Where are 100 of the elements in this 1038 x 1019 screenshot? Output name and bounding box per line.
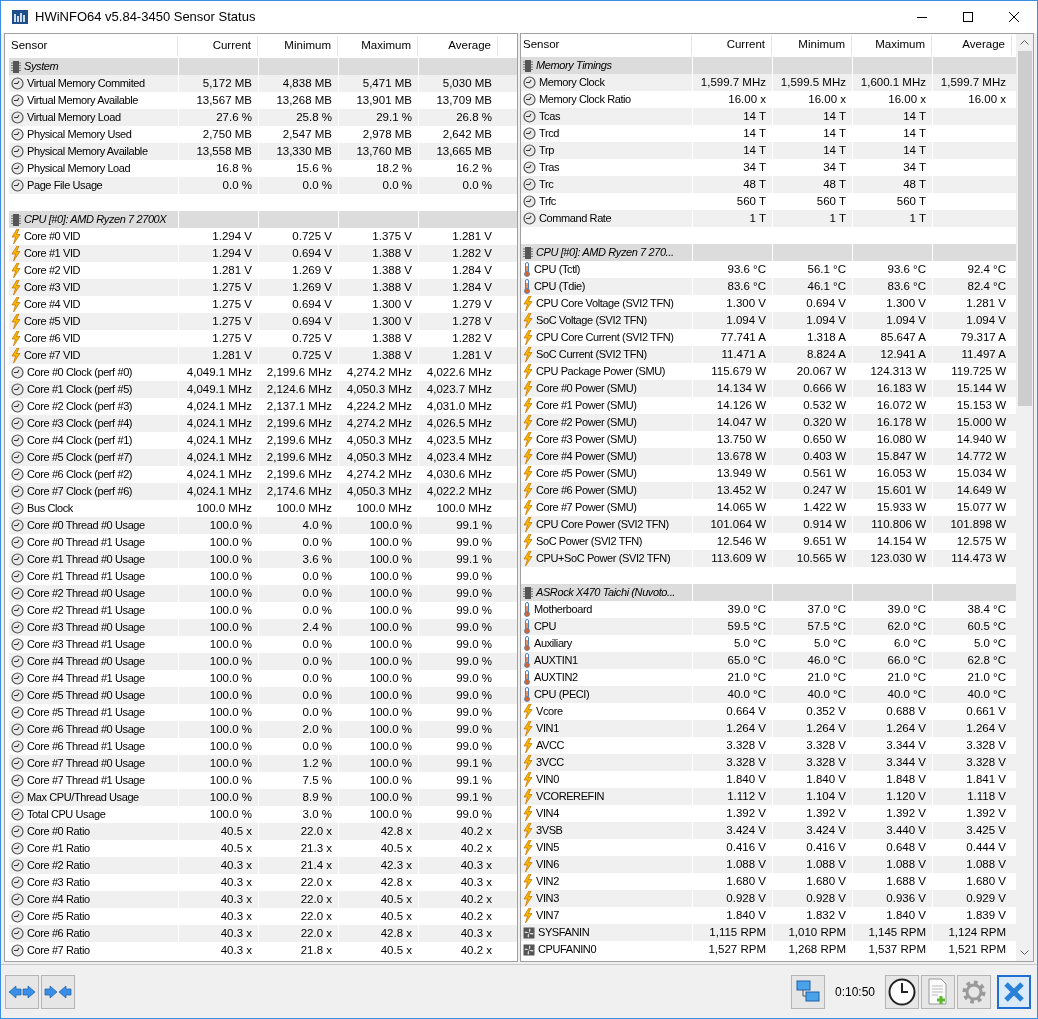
group-row[interactable]: ASRock X470 Taichi (Nuvoto... bbox=[521, 584, 1016, 601]
table-cell-text: 100.0 % bbox=[209, 705, 252, 720]
table-row[interactable]: Core #5 VID 1.275 V 0.694 V 1.300 V 1.278 V bbox=[9, 313, 517, 330]
table-row[interactable]: Core #2 Ratio 40.3 x 21.4 x 42.3 x 40.3 x bbox=[9, 857, 517, 874]
table-row[interactable]: Tcas 14 T 14 T 14 T bbox=[521, 108, 1016, 125]
table-row[interactable]: Core #2 Thread #0 Usage 100.0 % 0.0 % 100.0 % 99.0 % bbox=[9, 585, 517, 602]
table-row[interactable]: Core #6 Power (SMU) 13.452 W 0.247 W 15.601 W 14.649 W bbox=[521, 482, 1016, 499]
group-row[interactable]: CPU [#0]: AMD Ryzen 7 270... bbox=[521, 244, 1016, 261]
table-row[interactable]: Page File Usage 0.0 % 0.0 % 0.0 % 0.0 % bbox=[9, 177, 517, 194]
table-row[interactable]: Core #2 Power (SMU) 14.047 W 0.320 W 16.178 W 15.000 W bbox=[521, 414, 1016, 431]
table-row[interactable]: Max CPU/Thread Usage 100.0 % 8.9 % 100.0 % 99.1 % bbox=[9, 789, 517, 806]
settings-button[interactable] bbox=[957, 974, 991, 1009]
column-header[interactable]: Maximum bbox=[338, 36, 418, 56]
table-row[interactable]: Memory Clock 1,599.7 MHz 1,599.5 MHz 1,600.1 MHz 1,599.7 MHz bbox=[521, 74, 1016, 91]
column-header[interactable]: Minimum bbox=[772, 35, 852, 55]
table-row[interactable]: Core #0 Thread #0 Usage 100.0 % 4.0 % 100.0 % 99.1 % bbox=[9, 517, 517, 534]
table-row[interactable]: Core #7 Thread #0 Usage 100.0 % 1.2 % 100.0 % 99.1 % bbox=[9, 755, 517, 772]
table-row[interactable]: SoC Voltage (SVI2 TFN) 1.094 V 1.094 V 1.094 V 1.094 V bbox=[521, 312, 1016, 329]
column-header[interactable]: Maximum bbox=[852, 35, 932, 55]
table-row[interactable]: 3VSB 3.424 V 3.424 V 3.440 V 3.425 V bbox=[521, 822, 1016, 839]
clock-button[interactable] bbox=[885, 974, 919, 1009]
table-row[interactable]: Core #5 Thread #0 Usage 100.0 % 0.0 % 100.0 % 99.0 % bbox=[9, 687, 517, 704]
table-row[interactable]: Core #3 Clock (perf #4) 4,024.1 MHz 2,199.6 MHz 4,274.2 MHz 4,026.5 MHz bbox=[9, 415, 517, 432]
table-cell-text: 1.094 V bbox=[806, 313, 846, 328]
table-row[interactable]: Trp 14 T 14 T 14 T bbox=[521, 142, 1016, 159]
table-cell-text: 1.264 V bbox=[726, 721, 766, 736]
gauge-icon bbox=[523, 76, 536, 90]
collapse-button[interactable] bbox=[41, 974, 75, 1009]
table-cell-text: 40.3 x bbox=[460, 858, 492, 873]
group-name: ASRock X470 Taichi (Nuvoto... bbox=[536, 585, 675, 601]
column-header[interactable]: Current bbox=[692, 35, 772, 55]
sensor-name: VIN0 bbox=[536, 772, 559, 788]
table-cell-text: 65.0 °C bbox=[727, 653, 766, 668]
table-cell-text: 1.318 A bbox=[807, 330, 846, 345]
table-row[interactable]: Core #3 Thread #0 Usage 100.0 % 2.4 % 100.0 % 99.0 % bbox=[9, 619, 517, 636]
group-row[interactable]: CPU [#0]: AMD Ryzen 7 2700X bbox=[9, 211, 517, 228]
table-cell-text: 1.832 V bbox=[806, 908, 846, 923]
table-row[interactable]: VCOREREFIN 1.112 V 1.104 V 1.120 V 1.118 V bbox=[521, 788, 1016, 805]
sensor-name: VIN4 bbox=[536, 806, 559, 822]
table-row[interactable]: CPU 59.5 °C 57.5 °C 62.0 °C 60.5 °C bbox=[521, 618, 1016, 635]
scrollbar[interactable] bbox=[1016, 34, 1033, 961]
table-row[interactable]: CPU Core Power (SVI2 TFN) 101.064 W 0.914 W 110.806 W 101.898 W bbox=[521, 516, 1016, 533]
expand-button[interactable] bbox=[5, 974, 39, 1009]
table-cell-text: 16.00 x bbox=[888, 92, 926, 107]
table-row[interactable]: Core #0 Power (SMU) 14.134 W 0.666 W 16.183 W 15.144 W bbox=[521, 380, 1016, 397]
column-header[interactable]: Average bbox=[418, 36, 498, 56]
group-row[interactable]: System bbox=[9, 58, 517, 75]
table-row[interactable]: AUXTIN1 65.0 °C 46.0 °C 66.0 °C 62.8 °C bbox=[521, 652, 1016, 669]
table-row[interactable]: SYSFANIN 1,115 RPM 1,010 RPM 1,145 RPM 1,124 RPM bbox=[521, 924, 1016, 941]
table-cell-text: 4,050.3 MHz bbox=[346, 450, 412, 465]
table-row[interactable]: CPU (PECI) 40.0 °C 40.0 °C 40.0 °C 40.0 °C bbox=[521, 686, 1016, 703]
column-header[interactable]: Minimum bbox=[258, 36, 338, 56]
table-row[interactable]: Core #6 Ratio 40.3 x 22.0 x 42.8 x 40.3 x bbox=[9, 925, 517, 942]
table-row[interactable]: SoC Current (SVI2 TFN) 11.471 A 8.824 A 12.941 A 11.497 A bbox=[521, 346, 1016, 363]
table-row[interactable]: Core #7 Clock (perf #6) 4,024.1 MHz 2,174.6 MHz 4,050.3 MHz 4,022.2 MHz bbox=[9, 483, 517, 500]
scrollbar-thumb[interactable] bbox=[1017, 51, 1032, 406]
table-row[interactable]: Core #1 Thread #0 Usage 100.0 % 3.6 % 100.0 % 99.1 % bbox=[9, 551, 517, 568]
table-cell-text: 0.725 V bbox=[292, 331, 332, 346]
scroll-up-icon[interactable] bbox=[1020, 40, 1029, 45]
table-cell-text: 0.0 % bbox=[302, 671, 332, 686]
table-row[interactable]: Core #1 VID 1.294 V 0.694 V 1.388 V 1.282 V bbox=[9, 245, 517, 262]
table-row[interactable]: Core #6 Thread #0 Usage 100.0 % 2.0 % 100.0 % 99.0 % bbox=[9, 721, 517, 738]
table-cell-text: 14.649 W bbox=[956, 483, 1006, 498]
table-row[interactable]: 3VCC 3.328 V 3.328 V 3.344 V 3.328 V bbox=[521, 754, 1016, 771]
scroll-down-icon[interactable] bbox=[1020, 950, 1029, 955]
table-row[interactable]: Trc 48 T 48 T 48 T bbox=[521, 176, 1016, 193]
column-header[interactable]: Sensor bbox=[9, 36, 178, 56]
table-row[interactable]: Command Rate 1 T 1 T 1 T bbox=[521, 210, 1016, 227]
table-row[interactable]: VIN3 0.928 V 0.928 V 0.936 V 0.929 V bbox=[521, 890, 1016, 907]
table-row[interactable]: Core #4 Power (SMU) 13.678 W 0.403 W 15.847 W 14.772 W bbox=[521, 448, 1016, 465]
table-row[interactable]: Core #4 Thread #0 Usage 100.0 % 0.0 % 100.0 % 99.0 % bbox=[9, 653, 517, 670]
lightning-bolt-icon bbox=[11, 314, 21, 330]
table-row[interactable]: Virtual Memory Load 27.6 % 25.8 % 29.1 % 26.8 % bbox=[9, 109, 517, 126]
table-cell-text: 0.0 % bbox=[302, 586, 332, 601]
lightning-bolt-icon bbox=[523, 772, 533, 788]
table-row[interactable]: Virtual Memory Commited 5,172 MB 4,838 MB 5,471 MB 5,030 MB bbox=[9, 75, 517, 92]
column-header[interactable]: Current bbox=[178, 36, 258, 56]
table-row[interactable]: Core #4 Ratio 40.3 x 22.0 x 40.5 x 40.2 x bbox=[9, 891, 517, 908]
table-row[interactable]: CPU+SoC Power (SVI2 TFN) 113.609 W 10.565 W 123.030 W 114.473 W bbox=[521, 550, 1016, 567]
table-row[interactable]: Core #5 Clock (perf #7) 4,024.1 MHz 2,199.6 MHz 4,050.3 MHz 4,023.4 MHz bbox=[9, 449, 517, 466]
table-cell-text: 2,124.6 MHz bbox=[266, 382, 332, 397]
table-row[interactable]: Core #3 VID 1.275 V 1.269 V 1.388 V 1.284 V bbox=[9, 279, 517, 296]
table-cell-text: 4,224.2 MHz bbox=[346, 399, 412, 414]
group-name: Memory Timings bbox=[536, 58, 612, 74]
close-sensors-button[interactable] bbox=[997, 974, 1031, 1009]
table-row[interactable]: VIN6 1.088 V 1.088 V 1.088 V 1.088 V bbox=[521, 856, 1016, 873]
table-row[interactable]: VIN1 1.264 V 1.264 V 1.264 V 1.264 V bbox=[521, 720, 1016, 737]
column-header[interactable]: Average bbox=[932, 35, 1012, 55]
table-row[interactable]: Physical Memory Available 13,558 MB 13,330 MB 13,760 MB 13,665 MB bbox=[9, 143, 517, 160]
sensor-name: Core #1 Clock (perf #5) bbox=[27, 382, 133, 398]
table-row[interactable]: Core #1 Clock (perf #5) 4,049.1 MHz 2,124.6 MHz 4,050.3 MHz 4,023.7 MHz bbox=[9, 381, 517, 398]
network-button[interactable] bbox=[790, 974, 825, 1009]
table-cell-text: 83.6 °C bbox=[727, 279, 766, 294]
column-header[interactable]: Sensor bbox=[521, 35, 692, 55]
table-row[interactable]: Core #0 Ratio 40.5 x 22.0 x 42.8 x 40.2 x bbox=[9, 823, 517, 840]
table-row[interactable]: CPU (Tdie) 83.6 °C 46.1 °C 83.6 °C 82.4 °C bbox=[521, 278, 1016, 295]
group-row[interactable]: Memory Timings bbox=[521, 57, 1016, 74]
table-cell-text: 15.601 W bbox=[876, 483, 926, 498]
table-row[interactable]: Core #7 VID 1.281 V 0.725 V 1.388 V 1.281 V bbox=[9, 347, 517, 364]
table-cell-text: 21.0 °C bbox=[727, 670, 766, 685]
